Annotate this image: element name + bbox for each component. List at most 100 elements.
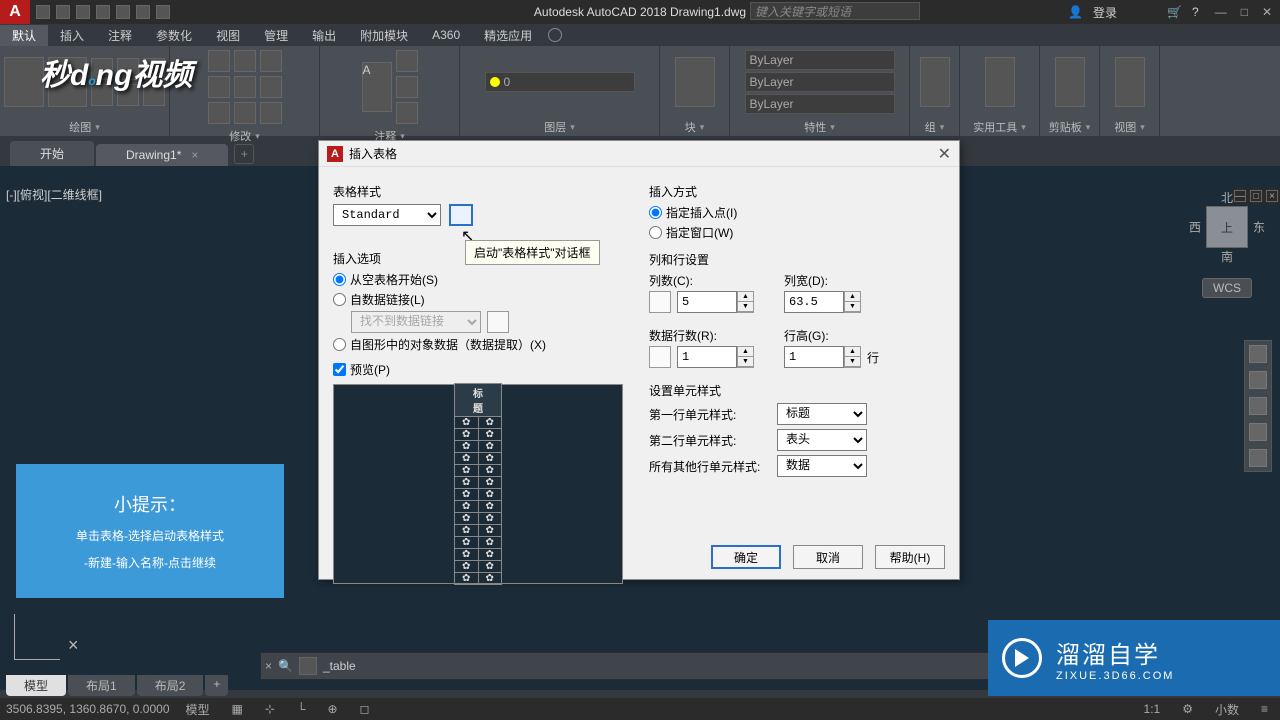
radio-from-link[interactable] xyxy=(333,293,346,306)
panel-draw[interactable]: 绘图 xyxy=(0,118,169,136)
linetype-bylayer[interactable]: ByLayer xyxy=(745,94,895,114)
first-row-select[interactable]: 标题 xyxy=(777,403,867,425)
text-icon[interactable]: A xyxy=(362,62,392,112)
ortho-icon[interactable]: └ xyxy=(291,702,312,716)
tab-manage[interactable]: 管理 xyxy=(252,25,300,46)
qat-saveas-icon[interactable] xyxy=(96,5,110,19)
lineweight-bylayer[interactable]: ByLayer xyxy=(745,72,895,92)
paste-icon[interactable] xyxy=(1055,57,1085,107)
ok-button[interactable]: 确定 xyxy=(711,545,781,569)
colw-spin[interactable]: ▲▼ xyxy=(844,291,861,313)
table-icon[interactable] xyxy=(396,102,418,124)
move-icon[interactable] xyxy=(208,50,230,72)
panel-layers[interactable]: 图层 xyxy=(460,118,659,136)
qat-save-icon[interactable] xyxy=(76,5,90,19)
tab-featured[interactable]: 精选应用 xyxy=(472,25,544,46)
panel-block[interactable]: 块 xyxy=(660,118,729,136)
other-row-select[interactable]: 数据 xyxy=(777,455,867,477)
tab-view[interactable]: 视图 xyxy=(204,25,252,46)
rows-input[interactable] xyxy=(677,346,737,368)
dim-icon[interactable] xyxy=(396,50,418,72)
login-label[interactable]: 登录 xyxy=(1093,4,1117,21)
decimal[interactable]: 小数 xyxy=(1209,701,1245,718)
viewcube-north[interactable]: 北 xyxy=(1221,189,1233,206)
tab-drawing1[interactable]: Drawing1*× xyxy=(96,144,228,166)
leader-icon[interactable] xyxy=(396,76,418,98)
copy-icon[interactable] xyxy=(208,76,230,98)
tab-insert[interactable]: 插入 xyxy=(48,25,96,46)
mirror-icon[interactable] xyxy=(234,76,256,98)
block-insert-icon[interactable] xyxy=(675,57,715,107)
rotate-icon[interactable] xyxy=(234,50,256,72)
snap-icon[interactable]: ⊹ xyxy=(259,702,281,716)
help-button[interactable]: 帮助(H) xyxy=(875,545,945,569)
tab-close-icon[interactable]: × xyxy=(191,148,198,162)
osnap-icon[interactable]: ◻ xyxy=(354,702,376,716)
nav-zoom-icon[interactable] xyxy=(1249,397,1267,415)
exchange-icon[interactable]: 🛒 xyxy=(1167,5,1182,19)
search-input[interactable]: 键入关键字或短语 xyxy=(750,2,920,20)
nav-pan-icon[interactable] xyxy=(1249,371,1267,389)
nav-orbit-icon[interactable] xyxy=(1249,423,1267,441)
nav-wheel-icon[interactable] xyxy=(1249,345,1267,363)
colw-input[interactable] xyxy=(784,291,844,313)
tab-a360[interactable]: A360 xyxy=(420,26,472,44)
qat-undo-icon[interactable] xyxy=(136,5,150,19)
fillet-icon[interactable] xyxy=(260,76,282,98)
qat-open-icon[interactable] xyxy=(56,5,70,19)
qat-plot-icon[interactable] xyxy=(116,5,130,19)
layout-2[interactable]: 布局2 xyxy=(137,675,204,696)
minimize-icon[interactable]: — xyxy=(1215,5,1227,19)
qat-new-icon[interactable] xyxy=(36,5,50,19)
data-link-browse-button[interactable] xyxy=(487,311,509,333)
nav-showmotion-icon[interactable] xyxy=(1249,449,1267,467)
scale-icon[interactable] xyxy=(234,102,256,124)
viewcube-east[interactable]: 东 xyxy=(1253,219,1265,236)
viewcube-top[interactable]: 上 xyxy=(1221,219,1233,236)
command-line[interactable]: × 🔍 _table xyxy=(260,652,1000,680)
panel-utilities[interactable]: 实用工具 xyxy=(960,118,1039,136)
group-icon[interactable] xyxy=(920,57,950,107)
status-model[interactable]: 模型 xyxy=(180,701,216,718)
rows-spin[interactable]: ▲▼ xyxy=(737,346,754,368)
maximize-icon[interactable]: □ xyxy=(1241,5,1248,19)
preview-checkbox[interactable] xyxy=(333,363,346,376)
viewcube-south[interactable]: 南 xyxy=(1221,248,1233,265)
tab-default[interactable]: 默认 xyxy=(0,25,48,46)
layout-add[interactable]: + xyxy=(205,675,228,696)
base-icon[interactable] xyxy=(1115,57,1145,107)
tab-addons[interactable]: 附加模块 xyxy=(348,25,420,46)
panel-properties[interactable]: 特性 xyxy=(730,118,909,136)
panel-view[interactable]: 视图 xyxy=(1100,118,1159,136)
layout-1[interactable]: 布局1 xyxy=(68,675,135,696)
cmd-close-icon[interactable]: × xyxy=(265,659,272,673)
grid-icon[interactable]: ▦ xyxy=(226,702,249,716)
trim-icon[interactable] xyxy=(260,50,282,72)
panel-group[interactable]: 组 xyxy=(910,118,959,136)
panel-clipboard[interactable]: 剪贴板 xyxy=(1040,118,1099,136)
layout-model[interactable]: 模型 xyxy=(6,675,66,696)
tab-output[interactable]: 输出 xyxy=(300,25,348,46)
stretch-icon[interactable] xyxy=(208,102,230,124)
second-row-select[interactable]: 表头 xyxy=(777,429,867,451)
tab-start[interactable]: 开始 xyxy=(10,141,94,166)
tab-parametric[interactable]: 参数化 xyxy=(144,25,204,46)
rowh-spin[interactable]: ▲▼ xyxy=(844,346,861,368)
radio-insert-window[interactable] xyxy=(649,226,662,239)
viewcube-west[interactable]: 西 xyxy=(1189,219,1201,236)
cmd-search-icon[interactable]: 🔍 xyxy=(278,659,293,673)
array-icon[interactable] xyxy=(260,102,282,124)
appearance-icon[interactable] xyxy=(548,28,562,42)
launch-style-dialog-button[interactable] xyxy=(449,204,473,226)
viewport-label[interactable]: [-][俯视][二维线框] xyxy=(6,186,102,203)
radio-from-extract[interactable] xyxy=(333,338,346,351)
scale[interactable]: 1:1 xyxy=(1138,702,1167,716)
cancel-button[interactable]: 取消 xyxy=(793,545,863,569)
gear-icon[interactable]: ⚙ xyxy=(1176,702,1199,716)
measure-icon[interactable] xyxy=(985,57,1015,107)
vp-close-icon[interactable]: × xyxy=(1266,190,1278,202)
close-icon[interactable]: ✕ xyxy=(1262,5,1272,19)
radio-insert-point[interactable] xyxy=(649,206,662,219)
status-menu-icon[interactable]: ≡ xyxy=(1255,702,1274,716)
radio-from-empty[interactable] xyxy=(333,273,346,286)
